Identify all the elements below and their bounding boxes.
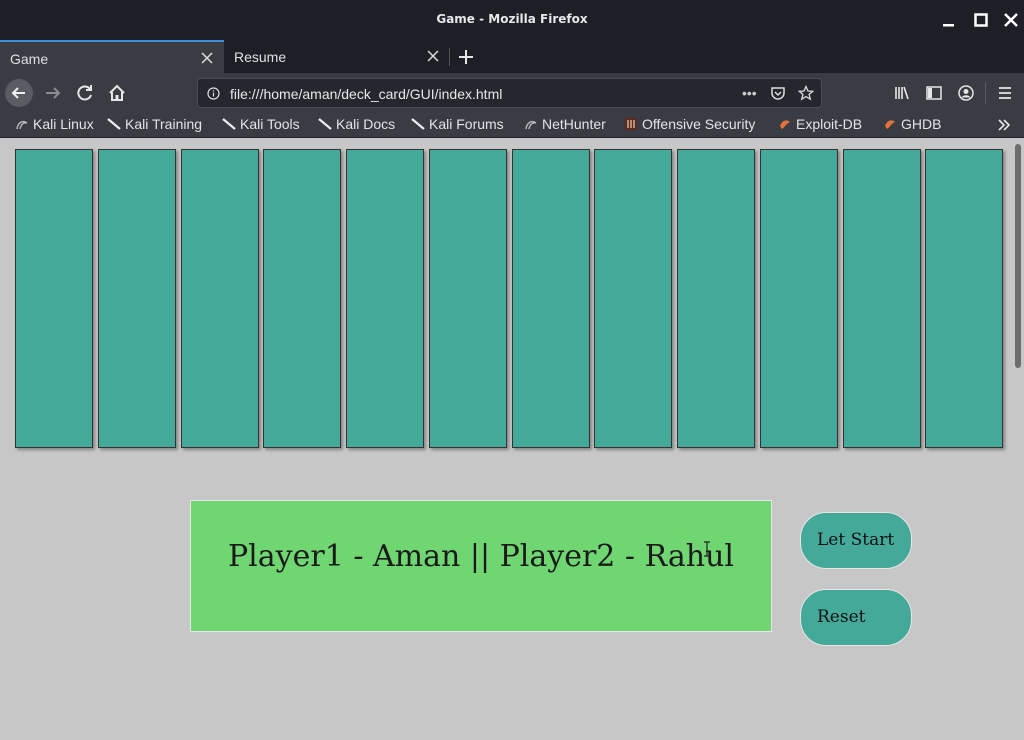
card-6[interactable] [429,149,507,448]
home-icon [109,84,125,101]
toolbar-separator [985,82,986,104]
reload-icon [77,85,92,101]
pocket-icon[interactable] [770,85,786,101]
card-12[interactable] [925,149,1003,448]
bookmark-kali-docs[interactable]: Kali Docs [318,116,395,132]
bookmark-exploit-db[interactable]: Exploit-DB [778,116,862,132]
exploitdb-icon [780,120,790,129]
bookmarks-toolbar: Kali Linux Kali Training Kali Tools Kali… [0,112,1024,138]
close-tab-icon[interactable] [426,49,440,63]
home-button[interactable] [103,79,131,107]
card-1[interactable] [15,149,93,448]
reset-label: Reset [817,607,866,627]
players-panel: Player1 - Aman || Player2 - Rahul [190,500,772,632]
sidebar-icon[interactable] [925,84,943,102]
site-info-icon[interactable] [207,87,220,100]
bookmark-kali-forums[interactable]: Kali Forums [411,116,504,132]
page-scrollbar[interactable] [1012,138,1024,740]
tab-bar: Game Resume [0,40,1024,73]
card-2[interactable] [98,149,176,448]
card-8[interactable] [594,149,672,448]
kali-tool-icon [318,118,332,130]
bookmark-kali-tools[interactable]: Kali Tools [222,116,300,132]
kali-dragon-icon [525,120,537,130]
close-window-icon[interactable] [1002,11,1020,29]
address-bar[interactable]: file:///home/aman/deck_card/GUI/index.ht… [197,78,822,108]
minimize-icon[interactable] [940,11,958,29]
bookmark-label: Kali Docs [336,116,396,132]
close-tab-icon[interactable] [200,51,214,65]
card-3[interactable] [181,149,259,448]
bookmark-offensive-security[interactable]: Offensive Security [624,116,755,132]
bookmark-nethunter[interactable]: NetHunter [524,116,606,132]
kali-tool-icon [411,118,425,130]
account-icon[interactable] [957,84,975,102]
bookmark-star-icon[interactable] [798,85,814,101]
window-title-bar: Game - Mozilla Firefox [0,0,1024,40]
bookmark-label: Exploit-DB [796,116,863,132]
card-4[interactable] [263,149,341,448]
kali-tool-icon [222,118,236,130]
exploitdb-icon [885,120,895,129]
tab-separator [449,48,450,66]
url-text[interactable]: file:///home/aman/deck_card/GUI/index.ht… [230,86,502,102]
back-button[interactable] [5,79,33,107]
kali-dragon-icon [16,120,28,130]
card-5[interactable] [346,149,424,448]
bookmark-kali-linux[interactable]: Kali Linux [15,116,94,132]
bookmark-ghdb[interactable]: GHDB [883,116,941,132]
more-bookmarks-chevron-icon[interactable] [996,117,1012,133]
navigation-toolbar: file:///home/aman/deck_card/GUI/index.ht… [0,73,1024,112]
offsec-icon [625,118,637,130]
let-start-button[interactable]: Let Start [800,512,912,569]
window-title: Game - Mozilla Firefox [436,12,588,26]
library-icon[interactable] [893,84,911,102]
card-11[interactable] [843,149,921,448]
back-arrow-icon [11,87,25,99]
card-10[interactable] [760,149,838,448]
bookmark-label: NetHunter [542,116,606,132]
maximize-icon[interactable] [972,11,990,29]
tab-label: Game [10,51,49,67]
text-cursor-icon [704,541,710,557]
new-tab-icon[interactable] [456,47,476,67]
hamburger-menu-icon[interactable] [996,84,1014,102]
forward-arrow-icon [46,87,61,99]
bookmark-label: Kali Training [125,116,203,132]
bookmark-label: Offensive Security [642,116,756,132]
page-content: Player1 - Aman || Player2 - Rahul Let St… [0,138,1012,740]
tab-label: Resume [234,49,287,65]
kali-tool-icon [107,118,121,130]
bookmark-label: Kali Forums [429,116,504,132]
scrollbar-thumb[interactable] [1015,144,1021,368]
players-text: Player1 - Aman || Player2 - Rahul [227,539,734,574]
bookmark-label: GHDB [901,116,942,132]
let-start-label: Let Start [817,530,895,550]
bookmark-kali-training[interactable]: Kali Training [107,116,202,132]
forward-button[interactable] [40,79,68,107]
reset-button[interactable]: Reset [800,589,912,646]
bookmark-label: Kali Tools [240,116,300,132]
bookmark-label: Kali Linux [33,116,94,132]
reload-button[interactable] [71,79,99,107]
tab-resume[interactable]: Resume [224,40,450,73]
card-9[interactable] [677,149,755,448]
card-7[interactable] [512,149,590,448]
tab-game[interactable]: Game [0,40,224,73]
page-actions-icon[interactable]: ••• [742,85,757,101]
